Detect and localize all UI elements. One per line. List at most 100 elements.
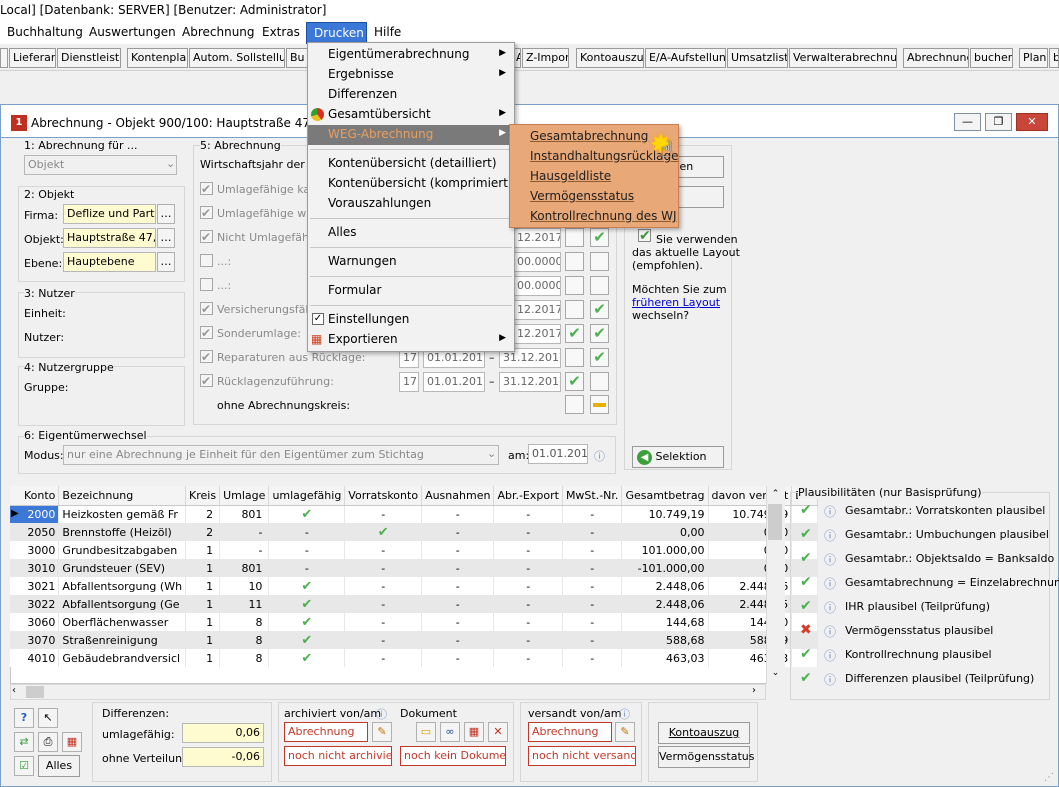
g5-row-checkbox[interactable]: ✔	[200, 374, 213, 387]
g5-row-date-to[interactable]: 31.12.2017	[499, 372, 561, 392]
menu-item-alles[interactable]: Alles	[308, 223, 514, 243]
toolbar-autom-sollstellung[interactable]: Autom. Sollstellung	[189, 48, 285, 68]
toolbar-button-edge[interactable]	[0, 48, 8, 68]
scroll-right-icon[interactable]: ›	[752, 685, 756, 696]
menu-item-gesamtuebersicht[interactable]: Gesamtübersicht ▶	[308, 105, 514, 125]
modus-select[interactable]: nur eine Abrechnung je Einheit für den E…	[63, 445, 499, 465]
versandt-field[interactable]: Abrechnung	[528, 722, 612, 742]
grid-header[interactable]: Ausnahmen	[421, 486, 495, 506]
grid-hscroll-thumb[interactable]	[26, 686, 44, 698]
grid-horizontal-scrollbar[interactable]	[10, 684, 766, 700]
table-row[interactable]: 3010 Grundsteuer (SEV) 1 801- - - - - -101.000,0…	[10, 559, 819, 577]
menu-abrechnung[interactable]: Abrechnung	[175, 22, 255, 44]
minimize-button[interactable]: —	[954, 113, 981, 131]
scroll-down-icon[interactable]: ⌄	[768, 668, 783, 680]
toolbar-kontenplan[interactable]: Kontenplan	[127, 48, 188, 68]
submenu-hausgeldliste[interactable]: Hausgeldliste	[510, 166, 678, 186]
menu-extras[interactable]: Extras	[255, 22, 306, 44]
g5-row-checkbox[interactable]: ✔	[200, 206, 213, 219]
toolbar-dienstleister[interactable]: Dienstleister	[57, 48, 121, 68]
menu-item-eigentuemerabrechnung[interactable]: Eigentümerabrechnung ▶	[308, 45, 514, 65]
toolbar-umsatzliste[interactable]: Umsatzliste	[727, 48, 788, 68]
menu-item-ergebnisse[interactable]: Ergebnisse ▶	[308, 65, 514, 85]
toolbar-verwalterabrechnung[interactable]: Verwalterabrechnung	[789, 48, 897, 68]
objekt-field[interactable]: Hauptstraße 47, 6	[63, 228, 156, 248]
grid-header[interactable]: Umlage	[219, 486, 270, 506]
print-icon[interactable]: ⎙	[38, 732, 58, 752]
table-row[interactable]: 2000 Heizkosten gemäß Fr 2 801 ✔ - - - -10.749,1…	[10, 505, 819, 523]
g5-row-checkbox[interactable]: ✔	[200, 302, 213, 315]
toolbar-bu[interactable]: Bu	[286, 48, 308, 68]
toolbar-plan[interactable]: Plan	[1019, 48, 1048, 68]
scroll-up-icon[interactable]: ⌃	[768, 489, 783, 501]
pointer-icon[interactable]: ↖	[38, 708, 58, 728]
frueheres-layout-link[interactable]: früheren Layout	[632, 296, 720, 309]
alles-button[interactable]: Alles	[38, 755, 80, 777]
g5-row-checkbox[interactable]: ✔	[200, 350, 213, 363]
menu-item-kontenuebersicht-komprimiert[interactable]: Kontenübersicht (komprimiert)	[308, 174, 514, 194]
grid-header[interactable]: umlagefähig	[268, 486, 346, 506]
grid-colored-icon[interactable]: ▦	[464, 722, 484, 742]
ebene-browse-button[interactable]: …	[157, 252, 175, 272]
abrechnung-fuer-select[interactable]: Objekt	[24, 155, 177, 175]
info-icon[interactable]: ⓘ	[824, 671, 836, 688]
g5-row-date-to[interactable]: 12.2017	[513, 228, 561, 248]
table-row[interactable]: 3021 Abfallentsorgung (Wh 1 10 ✔ - - - -2.448,06…	[10, 577, 819, 595]
g5-row-number[interactable]: 17	[399, 372, 419, 392]
toolbar-ea-aufstellung[interactable]: E/A-Aufstellung	[645, 48, 726, 68]
kontoauszug-button[interactable]: Kontoauszug	[658, 722, 750, 744]
info-icon[interactable]: ⓘ	[824, 551, 836, 568]
grid-header[interactable]: Abr.-Export	[493, 486, 563, 506]
toolbar-abrechnung[interactable]: Abrechnung	[903, 48, 969, 68]
grid-header[interactable]: Bezeichnung	[58, 486, 187, 506]
menu-auswertungen[interactable]: Auswertungen	[82, 22, 176, 44]
submenu-kontrollrechnung[interactable]: Kontrollrechnung des WJ	[510, 206, 678, 226]
menu-hilfe[interactable]: Hilfe	[367, 22, 417, 44]
ebene-field[interactable]: Hauptebene	[63, 252, 156, 272]
folder-icon[interactable]: ▭	[416, 722, 436, 742]
grid-header[interactable]: Kreis	[185, 486, 221, 506]
resize-grip-icon[interactable]: ⋰	[1044, 772, 1054, 783]
info-icon[interactable]: ⓘ	[824, 647, 836, 664]
menu-item-einstellungen[interactable]: ✓ Einstellungen	[308, 310, 514, 330]
menu-item-vorauszahlungen[interactable]: Vorauszahlungen	[308, 194, 514, 214]
g5-row-date-to[interactable]: 12.2017	[513, 324, 561, 344]
toolbar-kontoauszug[interactable]: Kontoauszug	[576, 48, 644, 68]
maximize-button[interactable]: ❐	[985, 113, 1012, 131]
menu-item-exportieren[interactable]: ▦ Exportieren ▶	[308, 330, 514, 350]
edit-pencil-icon[interactable]: ✎	[615, 722, 635, 742]
grid-header[interactable]: Konto	[10, 486, 60, 506]
toolbar-lieferant[interactable]: Lieferant	[9, 48, 56, 68]
layout-checkbox[interactable]: ✔	[638, 229, 651, 243]
table-row[interactable]: 3000Grundbesitzabgaben1------101.000,000…	[10, 541, 819, 559]
menu-item-warnungen[interactable]: Warnungen	[308, 252, 514, 272]
selektion-button[interactable]: ◀ Selektion	[632, 446, 724, 468]
help-icon[interactable]: ?	[14, 708, 34, 728]
edit-pencil-icon[interactable]: ✎	[372, 722, 392, 742]
info-icon[interactable]: ⓘ	[824, 503, 836, 520]
g5-row-checkbox[interactable]: ✔	[200, 182, 213, 195]
scroll-left-icon[interactable]: ‹	[12, 685, 16, 696]
grid-header[interactable]: MwSt.-Nr.	[562, 486, 623, 506]
grid-scroll-thumb[interactable]	[768, 504, 782, 540]
binoculars-icon[interactable]: ∞	[440, 722, 460, 742]
refresh-icon[interactable]: ⇄	[14, 732, 34, 752]
archiviert-field[interactable]: Abrechnung	[284, 722, 368, 742]
menu-drucken[interactable]: Drucken	[306, 22, 367, 44]
grid-colored-icon[interactable]: ▦	[62, 732, 82, 752]
am-date-field[interactable]: 01.01.2019	[528, 444, 588, 464]
menu-item-kontenuebersicht-detailliert[interactable]: Kontenübersicht (detailliert)	[308, 154, 514, 174]
vermoegensstatus-button[interactable]: Vermögensstatus	[658, 746, 754, 768]
firma-browse-button[interactable]: …	[157, 204, 175, 224]
info-icon[interactable]: ⓘ	[824, 527, 836, 544]
table-row[interactable]: 4010Gebäudebrandversicl18✔----463,03463,…	[10, 649, 819, 667]
g5-row-checkbox[interactable]	[200, 254, 213, 267]
g5-row-checkbox[interactable]: ✔	[200, 326, 213, 339]
delete-icon[interactable]: ✕	[488, 722, 508, 742]
g5-row-date-to[interactable]: 12.2017	[513, 300, 561, 320]
info-icon[interactable]: ⓘ	[824, 599, 836, 616]
g5-row-checkbox[interactable]	[200, 278, 213, 291]
table-row[interactable]: 3070Straßenreinigung18✔----588,68588,69	[10, 631, 819, 649]
toolbar-z-import[interactable]: Z-Import	[522, 48, 569, 68]
close-button[interactable]: ✕	[1016, 113, 1048, 131]
